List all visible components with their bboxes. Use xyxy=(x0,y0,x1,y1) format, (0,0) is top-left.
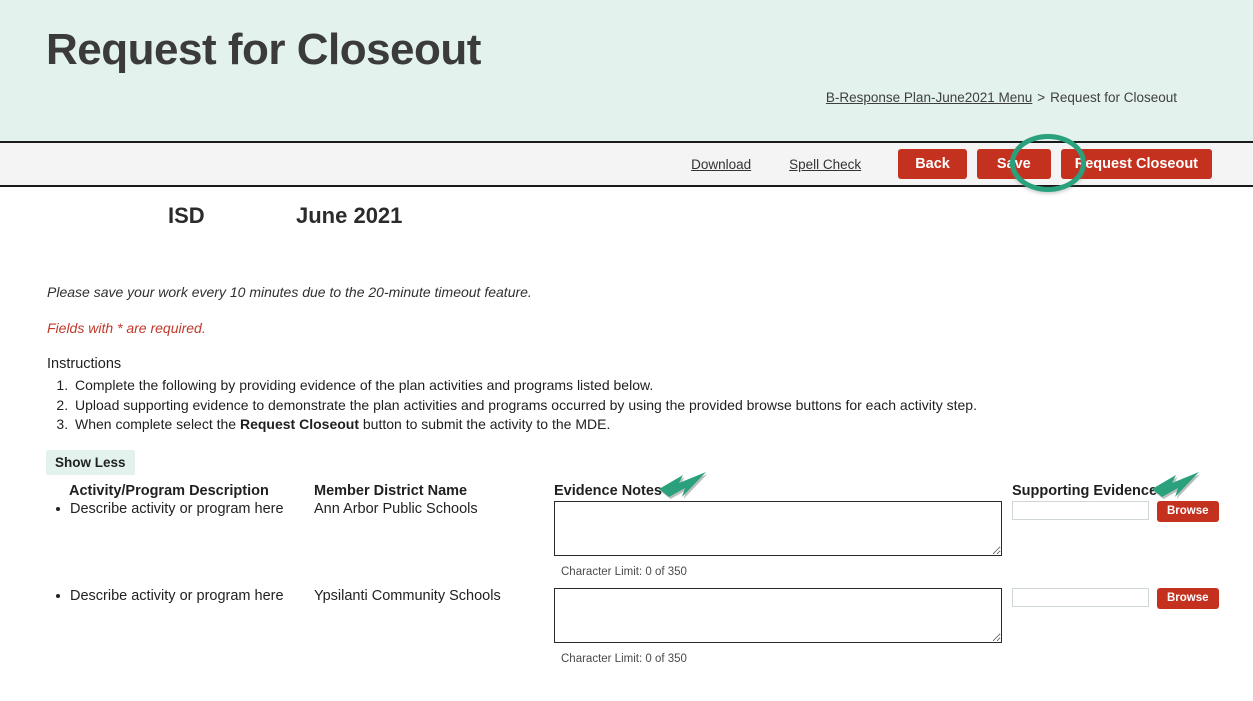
supporting-evidence-header: Supporting Evidence * xyxy=(1012,483,1167,499)
org-row: ISD June 2021 xyxy=(0,187,1253,249)
character-limit-text: Character Limit: 0 of 350 xyxy=(561,653,687,665)
breadcrumb-separator: > xyxy=(1037,90,1046,105)
browse-button[interactable]: Browse xyxy=(1157,501,1219,522)
supporting-evidence-file-input[interactable] xyxy=(1012,501,1149,520)
instruction-3-bold: Request Closeout xyxy=(239,416,359,432)
main-content: ISD June 2021 Please save your work ever… xyxy=(0,187,1253,665)
page-title: Request for Closeout xyxy=(46,25,481,74)
download-link[interactable]: Download xyxy=(691,157,751,172)
instruction-item-1: Complete the following by providing evid… xyxy=(72,376,977,395)
district-name-cell: Ann Arbor Public Schools xyxy=(314,501,478,517)
save-reminder-text: Please save your work every 10 minutes d… xyxy=(47,284,532,300)
supporting-evidence-cell: Browse xyxy=(1012,588,1219,609)
browse-button[interactable]: Browse xyxy=(1157,588,1219,609)
instruction-3-suffix: button to submit the activity to the MDE… xyxy=(359,416,611,432)
show-less-button[interactable]: Show Less xyxy=(46,450,135,475)
evidence-notes-header-text: Evidence Notes xyxy=(554,483,662,499)
activity-description-cell: Describe activity or program here xyxy=(56,501,306,517)
supporting-evidence-cell: Browse xyxy=(1012,501,1219,522)
required-fields-text: Fields with * are required. xyxy=(47,320,206,336)
activity-description-cell: Describe activity or program here xyxy=(56,588,306,604)
instruction-item-3: When complete select the Request Closeou… xyxy=(72,415,977,434)
activity-description-text: Describe activity or program here xyxy=(70,501,284,517)
instructions-heading: Instructions xyxy=(47,356,122,372)
character-limit-text: Character Limit: 0 of 350 xyxy=(561,566,687,578)
evidence-notes-input[interactable] xyxy=(554,501,1002,556)
toolbar-actions: Download Spell Check Back Save Request C… xyxy=(691,143,1212,185)
column-header-activity: Activity/Program Description xyxy=(69,483,269,499)
breadcrumb-parent-link[interactable]: B-Response Plan-June2021 Menu xyxy=(826,90,1032,105)
instructions-list: Complete the following by providing evid… xyxy=(47,376,977,435)
instruction-item-2: Upload supporting evidence to demonstrat… xyxy=(72,396,977,415)
breadcrumb: B-Response Plan-June2021 Menu > Request fo… xyxy=(826,90,1177,105)
evidence-notes-header: Evidence Notes * xyxy=(554,483,672,499)
page-header: Request for Closeout B-Response Plan-Jun… xyxy=(0,0,1253,141)
instruction-3-prefix: When complete select the xyxy=(75,416,240,432)
required-asterisk: * xyxy=(1161,483,1167,499)
spell-check-link[interactable]: Spell Check xyxy=(789,157,861,172)
request-closeout-button[interactable]: Request Closeout xyxy=(1060,148,1212,180)
evidence-notes-cell: Character Limit: 0 of 350 xyxy=(554,588,1002,665)
column-header-district: Member District Name xyxy=(314,483,468,499)
save-button[interactable]: Save xyxy=(976,148,1051,180)
breadcrumb-current: Request for Closeout xyxy=(1050,90,1177,105)
period-label: June 2021 xyxy=(296,203,403,228)
bullet-icon xyxy=(56,507,60,511)
supporting-evidence-header-text: Supporting Evidence xyxy=(1012,483,1158,499)
supporting-evidence-file-input[interactable] xyxy=(1012,588,1149,607)
evidence-notes-input[interactable] xyxy=(554,588,1002,643)
activity-description-text: Describe activity or program here xyxy=(70,588,284,604)
required-asterisk: * xyxy=(666,483,672,499)
isd-label: ISD xyxy=(168,203,205,228)
action-toolbar: Download Spell Check Back Save Request C… xyxy=(0,141,1253,187)
district-name-cell: Ypsilanti Community Schools xyxy=(314,588,501,604)
back-button[interactable]: Back xyxy=(898,148,967,180)
evidence-notes-cell: Character Limit: 0 of 350 xyxy=(554,501,1002,578)
bullet-icon xyxy=(56,594,60,598)
